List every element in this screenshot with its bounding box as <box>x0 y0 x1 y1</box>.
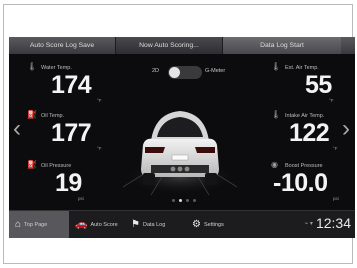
nav-data-log-label: Data Log <box>142 221 166 228</box>
ext-air-temp-unit: °F <box>329 98 334 103</box>
view-mode-toggle[interactable] <box>168 66 202 79</box>
car-icon: 🚗 <box>75 219 88 230</box>
next-page-arrow[interactable]: › <box>342 117 350 141</box>
turbo-icon: ◉ <box>271 160 278 169</box>
view-mode-toggle-group: 2D G-Meter <box>152 65 242 79</box>
oil-pressure-gauge[interactable]: ⛽ Oil Pressure 19 psi <box>27 161 107 205</box>
ext-air-temp-gauge[interactable]: 🌡 Ext. Air Temp. 55 °F <box>267 63 347 107</box>
toggle-g-meter-label: G-Meter <box>205 68 226 74</box>
intake-air-temp-gauge[interactable]: 🌡 Intake Air Temp. 122 °F <box>267 111 351 155</box>
thermometer-icon: 🌡 <box>271 62 282 71</box>
page-dot-active[interactable] <box>179 199 182 202</box>
oil-pressure-value: 19 <box>55 169 82 197</box>
intake-air-temp-unit: °F <box>333 146 338 151</box>
top-action-bar: Auto Score Log Save Now Auto Scoring... … <box>9 37 355 54</box>
page-dot[interactable] <box>193 199 196 202</box>
water-temp-gauge[interactable]: 🌡 Water Temp. 174 °F <box>27 63 107 107</box>
auto-score-log-save-button[interactable]: Auto Score Log Save <box>9 37 116 54</box>
water-temp-unit: °F <box>97 98 102 103</box>
boost-pressure-value: -10.0 <box>273 169 328 197</box>
toggle-2d-label: 2D <box>152 68 160 74</box>
bottom-nav-bar: ⌂ Top Page 🚗 Auto Score ⚑ Data Log ⚙ Set… <box>9 210 355 238</box>
auto-scoring-status: Now Auto Scoring... <box>116 37 223 54</box>
flag-icon: ⚑ <box>131 219 140 230</box>
display-screen: Auto Score Log Save Now Auto Scoring... … <box>9 37 355 238</box>
data-log-start-button[interactable]: Data Log Start <box>223 37 341 54</box>
topbar-filler <box>341 37 355 54</box>
oil-pressure-unit: psi <box>78 196 84 201</box>
signal-icon: ⌁ ▾ <box>304 220 313 227</box>
oil-can-icon: ⛽ <box>27 110 37 119</box>
nav-auto-score-label: Auto Score <box>90 221 118 228</box>
ext-air-temp-value: 55 <box>305 71 332 99</box>
nav-auto-score[interactable]: 🚗 Auto Score <box>75 211 118 238</box>
page-dot[interactable] <box>172 199 175 202</box>
nav-settings[interactable]: ⚙ Settings <box>192 211 224 238</box>
intake-air-temp-value: 122 <box>289 119 330 147</box>
thermometer-icon: 🌡 <box>27 62 38 71</box>
nav-top-page-label: Top Page <box>24 221 48 228</box>
gear-icon: ⚙ <box>192 219 201 230</box>
oil-temp-value: 177 <box>51 119 92 147</box>
home-icon: ⌂ <box>15 219 22 230</box>
oil-temp-unit: °F <box>97 146 102 151</box>
nav-data-log[interactable]: ⚑ Data Log <box>131 211 165 238</box>
boost-pressure-gauge[interactable]: ◉ Boost Pressure -10.0 psi <box>267 161 351 205</box>
oil-temp-gauge[interactable]: ⛽ Oil Temp. 177 °F <box>27 111 107 155</box>
toggle-knob <box>169 67 180 78</box>
nav-top-page[interactable]: ⌂ Top Page <box>9 211 69 238</box>
car-rear-graphic <box>122 111 238 196</box>
oil-pressure-icon: ⛽ <box>27 160 37 169</box>
boost-pressure-unit: psi <box>333 196 339 201</box>
page-indicator <box>169 199 199 205</box>
clock: 12:34 <box>315 215 351 231</box>
page-dot[interactable] <box>186 199 189 202</box>
nav-settings-label: Settings <box>203 221 224 228</box>
status-area: ⌁ ▾ 12:34 <box>305 215 351 231</box>
intake-thermometer-icon: 🌡 <box>271 110 282 119</box>
previous-page-arrow[interactable]: ‹ <box>13 117 21 141</box>
water-temp-value: 174 <box>51 71 92 99</box>
